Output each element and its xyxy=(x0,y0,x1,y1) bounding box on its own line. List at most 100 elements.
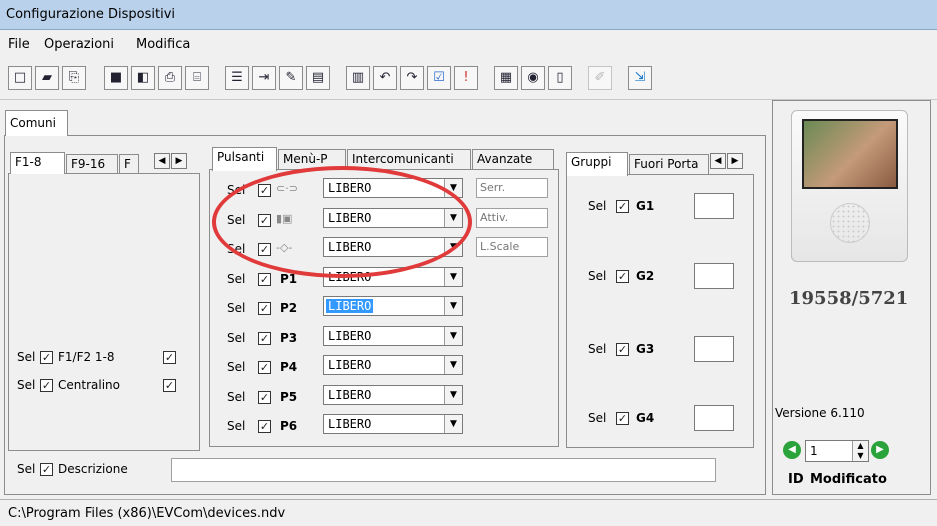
tab-comuni[interactable]: Comuni xyxy=(5,110,68,136)
list-icon[interactable]: ☰ xyxy=(225,66,249,90)
tab-avanzate[interactable]: Avanzate xyxy=(472,149,554,170)
gruppo-input[interactable] xyxy=(694,193,734,219)
dropdown-arrow-icon[interactable]: ▼ xyxy=(444,326,462,345)
device-model: 19558/5721 xyxy=(789,288,909,309)
tab-intercomunicanti[interactable]: Intercomunicanti xyxy=(347,149,471,170)
pulsante-combo[interactable]: LIBERO ▼ xyxy=(323,266,463,287)
undo-icon[interactable]: ↶ xyxy=(373,66,397,90)
phone-icon[interactable]: ▯ xyxy=(548,66,572,90)
clipboard-icon[interactable]: ▤ xyxy=(306,66,330,90)
menu-file[interactable]: File xyxy=(8,37,30,52)
gruppo-sel: Sel xyxy=(588,199,607,213)
pulsante-sel: Sel xyxy=(227,242,246,256)
tab-gruppi-label: Gruppi xyxy=(571,155,612,169)
save-icon[interactable]: ■ xyxy=(104,66,128,90)
dropdown-arrow-icon[interactable]: ▼ xyxy=(444,415,462,433)
pulsante-combo[interactable]: LIBERO ▼ xyxy=(323,296,463,316)
pulsante-checkbox[interactable]: ✓ xyxy=(258,184,271,197)
pulsante-sel: Sel xyxy=(227,360,246,374)
edit-icon[interactable]: ✎ xyxy=(279,66,303,90)
descrizione-checkbox[interactable]: ✓ xyxy=(40,463,53,476)
gruppo-checkbox[interactable]: ✓ xyxy=(616,412,629,425)
tab-fuori-porta[interactable]: Fuori Porta xyxy=(629,154,709,175)
copy-all-icon[interactable]: ◧ xyxy=(131,66,155,90)
dropdown-arrow-icon[interactable]: ▼ xyxy=(444,208,462,227)
print-icon[interactable]: ⎙ xyxy=(158,66,182,90)
redo-icon[interactable]: ↷ xyxy=(400,66,424,90)
gruppo-checkbox[interactable]: ✓ xyxy=(616,200,629,213)
toolbar: □ ▰ ⎘ ■ ◧ ⎙ ⌸ ☰ ⇥ ✎ ▤ ▥ ↶ ↷ ☑ ! ▦ ◉ ▯ ✐ … xyxy=(0,60,937,100)
new-icon[interactable]: □ xyxy=(8,66,32,90)
gruppo-checkbox[interactable]: ✓ xyxy=(616,270,629,283)
pulsante-checkbox[interactable]: ✓ xyxy=(258,243,271,256)
pulsante-sel: Sel xyxy=(227,212,246,227)
pulsante-name: P2 xyxy=(280,301,298,315)
menu-modifica[interactable]: Modifica xyxy=(136,37,190,52)
left-row-2-checkbox[interactable]: ✓ xyxy=(40,379,53,392)
next-id-icon[interactable]: ▶ xyxy=(871,441,889,459)
dropdown-arrow-icon[interactable]: ▼ xyxy=(444,267,462,286)
import-icon[interactable]: ⎘ xyxy=(62,66,86,90)
pulsante-checkbox[interactable]: ✓ xyxy=(258,213,271,227)
pulsante-combo[interactable]: LIBERO ▼ xyxy=(323,355,463,375)
status-bar: C:\Program Files (x86)\EVCom\devices.ndv xyxy=(0,499,937,526)
tab-menu-p[interactable]: Menù-P xyxy=(278,149,346,170)
pulsante-combo-value: LIBERO xyxy=(328,269,372,284)
pulsante-combo[interactable]: LIBERO ▼ xyxy=(323,237,463,257)
pulsante-side-field[interactable]: L.Scale xyxy=(476,237,548,257)
id-spinner-arrows-icon[interactable]: ▲ ▼ xyxy=(852,441,868,461)
camera-icon[interactable]: ◉ xyxy=(521,66,545,90)
exit-icon[interactable]: ⇲ xyxy=(628,66,652,90)
id-spinner[interactable]: 1 ▲ ▼ xyxy=(805,440,869,462)
pulsante-combo[interactable]: LIBERO ▼ xyxy=(323,207,463,228)
left-tab-scroll-right-icon[interactable]: ▶ xyxy=(171,153,187,169)
dropdown-arrow-icon[interactable]: ▼ xyxy=(444,297,462,315)
pulsante-checkbox[interactable]: ✓ xyxy=(258,420,271,433)
right-tab-scroll-right-icon[interactable]: ▶ xyxy=(727,153,743,169)
print-preview-icon[interactable]: ⌸ xyxy=(185,66,209,90)
gruppo-input[interactable] xyxy=(694,336,734,362)
table-icon[interactable]: ▦ xyxy=(494,66,518,90)
prev-id-icon[interactable]: ◀ xyxy=(783,441,801,459)
pulsante-checkbox[interactable]: ✓ xyxy=(258,331,271,345)
open-icon[interactable]: ▰ xyxy=(35,66,59,90)
dropdown-arrow-icon[interactable]: ▼ xyxy=(444,356,462,374)
dropdown-arrow-icon[interactable]: ▼ xyxy=(444,179,462,197)
tab-f1-8-label: F1-8 xyxy=(15,155,42,169)
pulsante-checkbox[interactable]: ✓ xyxy=(258,361,271,374)
tab-f9-16[interactable]: F9-16 xyxy=(66,154,118,174)
tab-f-more[interactable]: F xyxy=(119,154,139,174)
pulsante-checkbox[interactable]: ✓ xyxy=(258,272,271,286)
left-row-1-extra-checkbox[interactable]: ✓ xyxy=(163,351,176,364)
left-row-2-extra-checkbox[interactable]: ✓ xyxy=(163,379,176,392)
gruppo-input[interactable] xyxy=(694,263,734,289)
paste-icon[interactable]: ▥ xyxy=(346,66,370,90)
check-icon[interactable]: ☑ xyxy=(427,66,451,90)
tab-f1-8[interactable]: F1-8 xyxy=(10,152,65,174)
tab-gruppi[interactable]: Gruppi xyxy=(566,152,628,176)
pulsante-side-field[interactable]: Serr. xyxy=(476,178,548,198)
tab-pulsanti[interactable]: Pulsanti xyxy=(212,147,277,171)
pulsante-sel: Sel xyxy=(227,389,246,404)
gruppo-checkbox[interactable]: ✓ xyxy=(616,343,629,356)
tab-pulsanti-label: Pulsanti xyxy=(217,150,265,164)
dropdown-arrow-icon[interactable]: ▼ xyxy=(444,385,462,404)
descrizione-input[interactable] xyxy=(171,458,716,482)
alert-icon[interactable]: ! xyxy=(454,66,478,90)
export-icon[interactable]: ⇥ xyxy=(252,66,276,90)
left-row-1-checkbox[interactable]: ✓ xyxy=(40,351,53,364)
pulsante-combo[interactable]: LIBERO ▼ xyxy=(323,325,463,346)
pulsante-combo[interactable]: LIBERO ▼ xyxy=(323,178,463,198)
pulsante-combo[interactable]: LIBERO ▼ xyxy=(323,414,463,434)
pulsante-checkbox[interactable]: ✓ xyxy=(258,390,271,404)
pulsante-combo[interactable]: LIBERO ▼ xyxy=(323,384,463,405)
left-row-2-label: Centralino xyxy=(58,378,120,392)
left-tab-scroll-left-icon[interactable]: ◀ xyxy=(154,153,170,169)
stair-light-icon: -◇- xyxy=(276,241,293,254)
gruppo-input[interactable] xyxy=(694,405,734,431)
menu-operazioni[interactable]: Operazioni xyxy=(44,37,114,52)
pulsante-checkbox[interactable]: ✓ xyxy=(258,302,271,315)
dropdown-arrow-icon[interactable]: ▼ xyxy=(444,238,462,256)
pulsante-side-field[interactable]: Attiv. xyxy=(476,207,548,228)
right-tab-scroll-left-icon[interactable]: ◀ xyxy=(710,153,726,169)
